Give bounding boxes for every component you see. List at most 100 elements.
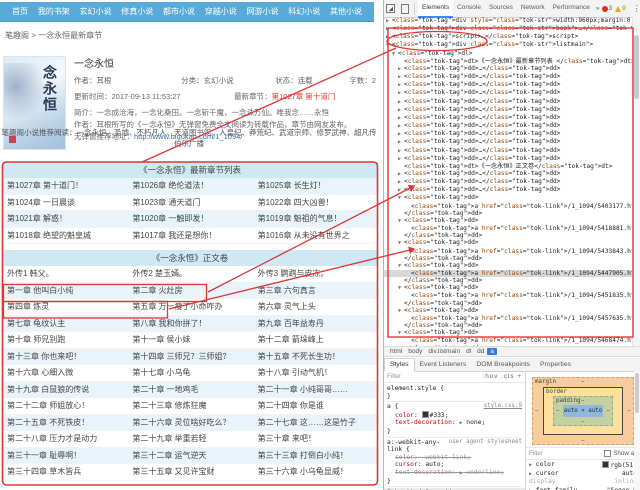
chapter-link[interactable]: 外传3 鹦鹉与皮冻。 (252, 266, 378, 283)
styles-tab-properties[interactable]: Properties (535, 359, 576, 371)
styles-filter-controls[interactable]: :hov .cls + (482, 373, 522, 380)
chapter-link[interactable]: 第十章 师兄别跑 (2, 332, 128, 349)
nav-item[interactable]: 我的书架 (38, 6, 70, 17)
devtools-tab-elements[interactable]: Elements (418, 0, 454, 18)
chapter-link[interactable]: 第六章 灵气上头 (252, 299, 378, 316)
css-selector[interactable]: style.css:9 a { (387, 403, 522, 411)
dom-crumb[interactable]: html (387, 348, 405, 355)
dom-crumb[interactable]: div.listmain (425, 348, 463, 355)
chapter-link[interactable]: 第五章 万一瘦了小命咋办 (127, 299, 253, 316)
chapter-link[interactable]: 第1022章 四大凶兽！ (252, 195, 378, 211)
chapter-link[interactable]: 第二十八章 压力才是动力 (2, 431, 128, 448)
chapter-link[interactable]: 第十四章 三师兄？三师姐？ (127, 348, 253, 365)
chapter-link[interactable]: 第1027章 第十道门！ (2, 178, 128, 195)
computed-property[interactable]: ▶ cursor auto (529, 470, 637, 478)
console-error-badge[interactable]: 3 (601, 5, 612, 12)
tree-node[interactable]: </class="tok-tag">dd> (384, 277, 633, 284)
chapter-link[interactable]: 第1020章 一触即发！ (127, 211, 253, 228)
dom-crumb[interactable]: a (487, 348, 497, 355)
styles-filter-input[interactable]: Filter (387, 373, 401, 380)
chapter-link[interactable]: 第1025章 长生灯！ (252, 178, 378, 195)
chapter-link[interactable]: 第一章 他叫白小纯 (2, 282, 128, 299)
tree-node[interactable]: ▶ <class="tok-tag">dd>…</class="tok-tag">… (384, 98, 633, 106)
nav-item[interactable]: 穿越小说 (205, 6, 237, 17)
chapter-link[interactable]: 第二十四章 你是谁 (252, 398, 378, 415)
tree-node[interactable]: ▶ <class="tok-tag">script>…</class="tok-t… (384, 33, 633, 41)
css-selector[interactable]: element.style { (387, 385, 522, 393)
recommend-link[interactable]: 武道宗师 (279, 128, 309, 137)
chapter-link[interactable]: 第十六章 心细入微 (2, 365, 128, 382)
chapter-link[interactable]: 第十三章 你也来吧！ (2, 348, 128, 365)
nav-item[interactable]: 都市小说 (163, 6, 195, 17)
styles-tab-styles[interactable]: Styles (384, 357, 415, 372)
chapter-link[interactable]: 第三章 六句真言 (252, 282, 378, 299)
styles-tab-dom-breakpoints[interactable]: DOM Breakpoints (471, 359, 535, 371)
dom-crumb[interactable]: dd (474, 348, 487, 355)
box-model-margin[interactable]: margin − − − − border padding − − − − au… (532, 377, 634, 445)
checkbox-icon[interactable] (604, 450, 612, 457)
tree-node[interactable]: ▶ <class="tok-tag">dd>…</class="tok-tag">… (384, 130, 633, 138)
chapter-link[interactable]: 第1026章 绝伦道法！ (127, 178, 253, 195)
chapter-link[interactable]: 第四章 炼灵 (2, 299, 128, 316)
recommend-tail[interactable]: 伯乐广播 (174, 139, 204, 148)
tree-node[interactable]: <class="tok-tag">dt>《一念永恒》最新章节列表 </class… (384, 58, 633, 65)
chapter-link[interactable]: 第十八章 引动气机！ (252, 365, 378, 382)
nav-item[interactable]: 修真小说 (121, 6, 153, 17)
tree-node[interactable]: ▼ <class="tok-tag">dd> (384, 194, 633, 202)
tree-node[interactable]: ▶ <class="tok-tag">div style="class="tok-… (384, 17, 633, 25)
show-all-toggle[interactable]: Show all (604, 450, 637, 457)
recommend-link[interactable]: 人皇纪 (219, 128, 242, 137)
css-property[interactable]: text-decoration: ▶ none; (387, 419, 522, 428)
chapter-link[interactable]: 第八章 我和你拼了！ (127, 315, 253, 332)
tree-node[interactable]: ▼ <class="tok-tag">dd> (384, 239, 633, 247)
chapter-link[interactable]: 第二十三章 修炼狂魔 (127, 398, 253, 415)
chapter-link[interactable]: 第二章 火灶房 (127, 282, 253, 299)
tree-node[interactable]: ▶ <class="tok-tag">dd>…</class="tok-tag">… (384, 178, 633, 186)
dom-crumb[interactable]: body (405, 348, 425, 355)
computed-scrollbar[interactable] (634, 371, 640, 490)
chapter-link[interactable]: 第十二章 箭垛峰上 (252, 332, 378, 349)
tree-node[interactable]: ▼ <class="tok-tag">dd> (384, 307, 633, 315)
nav-item[interactable]: 科幻小说 (288, 6, 320, 17)
tree-node[interactable]: ▼ <class="tok-tag">dl> (384, 50, 633, 58)
tree-node[interactable]: </class="tok-tag">dd> (384, 232, 633, 239)
tree-node[interactable]: </class="tok-tag">dd> (384, 210, 633, 217)
css-property[interactable]: color: -webkit-link; (387, 454, 522, 462)
tree-node[interactable]: <class="tok-tag">a href="class="tok-link… (384, 203, 633, 210)
tree-node[interactable]: ▶ <class="tok-tag">dd>…</class="tok-tag">… (384, 170, 633, 178)
tree-node[interactable]: ▶ <class="tok-tag">dd>…</class="tok-tag">… (384, 114, 633, 122)
chapter-link[interactable]: 第二十九章 举重若轻 (127, 431, 253, 448)
tree-node[interactable]: ▶ <class="tok-tag">dd>…</class="tok-tag">… (384, 138, 633, 146)
chapter-link[interactable]: 第七章 龟纹认主 (2, 315, 128, 332)
nav-item[interactable]: 玄幻小说 (80, 6, 112, 17)
recommend-link[interactable]: 圣墟 (114, 128, 129, 137)
computed-property[interactable]: ▶ font-family"Segoe U (529, 487, 637, 490)
chapter-link[interactable]: 第三十章 来吧！ (252, 431, 378, 448)
tree-node[interactable]: ▼ <class="tok-tag">dd> (384, 217, 633, 225)
chapter-link[interactable]: 第1024章 一日晨谈 (2, 195, 128, 211)
chapter-link[interactable]: 外传1 韩父。 (2, 266, 128, 283)
tree-node[interactable]: ▶ <class="tok-tag">dd>…</class="tok-tag">… (384, 147, 633, 155)
nav-item[interactable]: 网游小说 (247, 6, 279, 17)
box-model-padding[interactable]: padding − − − − auto × auto (553, 396, 613, 426)
chapter-link[interactable]: 第十九章 白鼠狼的传说 (2, 381, 128, 398)
computed-filter-input[interactable]: Filter (529, 450, 543, 457)
chapter-link[interactable]: 外传2 楚玉嫣。 (127, 266, 253, 283)
chapter-link[interactable]: 第二十六章 灵位啥好吃么？ (127, 414, 253, 431)
computed-property[interactable]: display inline (529, 478, 637, 486)
devtools-tab-sources[interactable]: Sources (485, 0, 517, 16)
css-property[interactable]: color: #333; (387, 410, 522, 420)
chapter-link[interactable]: 第1019章 魁祖的气息！ (252, 211, 378, 228)
chapter-link[interactable]: 第九章 百年益寿丹 (252, 315, 378, 332)
tree-node[interactable]: </class="tok-tag">dd> (384, 300, 633, 307)
recommend-link[interactable]: 超凡传 (354, 128, 377, 137)
chapter-link[interactable]: 第十五章 不死长生功！ (252, 348, 378, 365)
devtools-tab-network[interactable]: Network (517, 0, 549, 16)
devtools-tab-console[interactable]: Console (453, 0, 485, 16)
tree-node[interactable]: </class="tok-tag">dd> (384, 322, 633, 329)
inspect-element-icon[interactable] (386, 4, 395, 13)
chapter-link[interactable]: 第1018章 绝望的魁皇城 (2, 228, 128, 244)
dom-crumb[interactable]: dl (463, 348, 474, 355)
breadcrumb-home[interactable]: 笔趣阁 (5, 31, 29, 40)
chapter-link[interactable]: 第三十三章 打倒白小纯！ (252, 447, 378, 464)
